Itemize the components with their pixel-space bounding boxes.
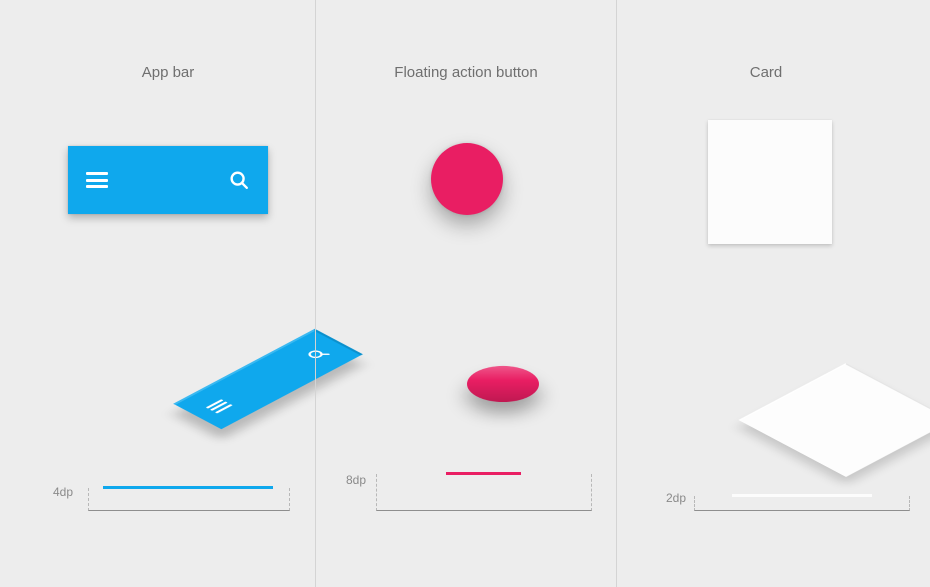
elevation-value: 2dp	[666, 491, 686, 505]
elevation-gauge-card: 2dp	[666, 467, 911, 511]
heading-card: Card	[616, 64, 916, 81]
heading-fab: Floating action button	[316, 64, 616, 81]
column-fab: Floating action button 8dp	[315, 0, 617, 587]
card-front-view	[708, 120, 832, 244]
elevation-frame	[88, 488, 290, 511]
elevation-gauge-fab: 8dp	[346, 467, 591, 511]
elevation-value: 8dp	[346, 473, 366, 487]
elevation-gauge-appbar: 4dp	[53, 467, 288, 511]
heading-appbar: App bar	[18, 64, 318, 81]
elevation-frame	[376, 474, 592, 511]
appbar-front-view	[68, 146, 268, 214]
search-icon	[228, 169, 250, 191]
fab-isometric-view	[467, 348, 539, 420]
elevation-frame	[694, 496, 910, 511]
column-card: Card 2dp	[616, 0, 916, 587]
hamburger-icon	[86, 172, 108, 188]
fab-front-view	[431, 143, 503, 215]
elevation-diagram: App bar	[0, 0, 930, 587]
hamburger-icon	[205, 399, 232, 413]
elevation-value: 4dp	[53, 485, 73, 499]
column-appbar: App bar	[18, 0, 318, 587]
